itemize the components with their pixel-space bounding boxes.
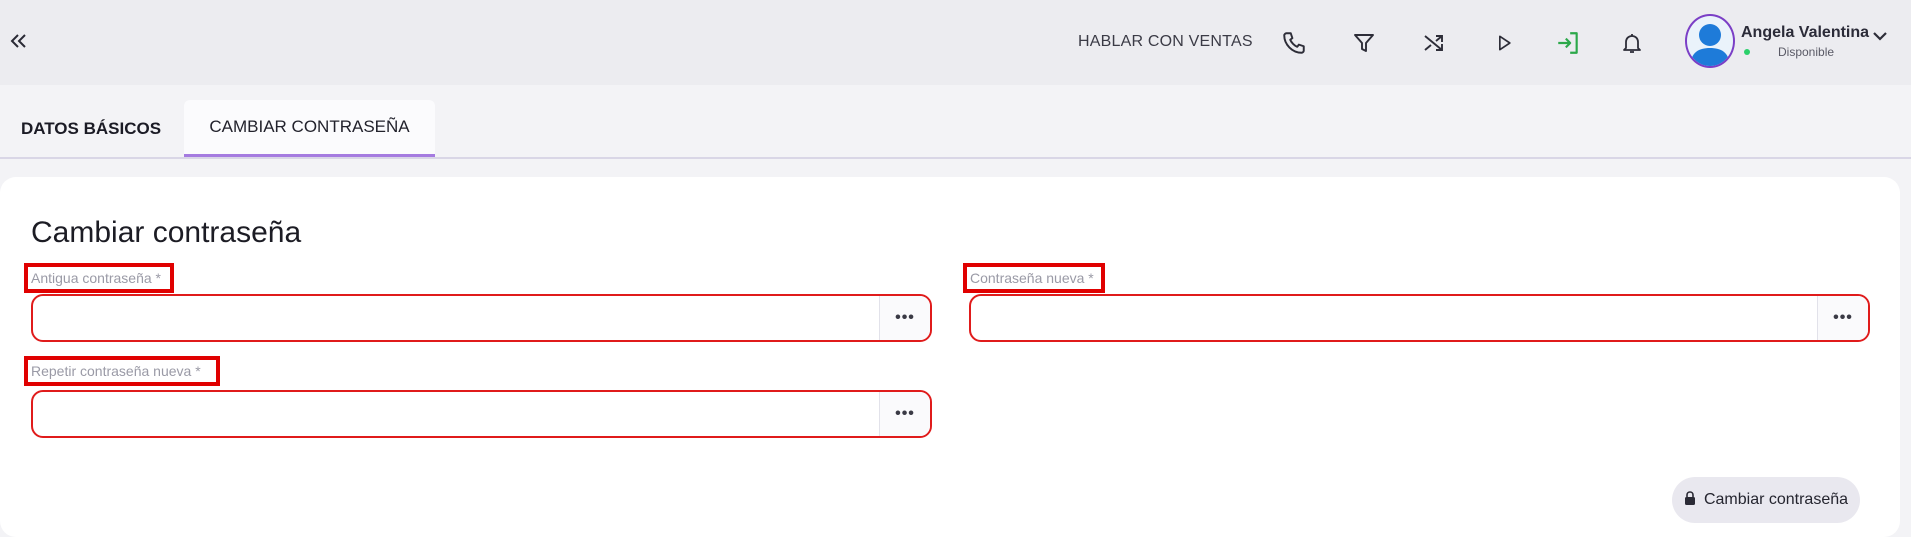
filter-icon[interactable]: [1347, 26, 1381, 60]
top-bar: HABLAR CON VENTAS Angela Valentina Dispo…: [0, 0, 1911, 85]
chevron-down-icon[interactable]: [1870, 26, 1890, 46]
lock-icon: [1684, 490, 1696, 510]
repeat-password-label: Repetir contraseña nueva *: [24, 356, 220, 386]
old-password-label: Antigua contraseña *: [24, 263, 174, 293]
talk-to-sales-link[interactable]: HABLAR CON VENTAS: [1078, 31, 1253, 53]
user-name: Angela Valentina: [1741, 24, 1870, 41]
new-password-label: Contraseña nueva *: [963, 263, 1105, 293]
avatar[interactable]: [1685, 14, 1735, 68]
collapse-sidebar-icon[interactable]: [6, 26, 32, 56]
new-password-input[interactable]: [971, 296, 1816, 340]
repeat-password-input[interactable]: [33, 392, 878, 436]
phone-icon[interactable]: [1277, 26, 1311, 60]
change-password-button[interactable]: Cambiar contraseña: [1672, 477, 1860, 523]
new-password-field: •••: [969, 294, 1870, 342]
user-status: Disponible: [1778, 45, 1835, 59]
status-indicator: [1744, 49, 1750, 55]
page-title: Cambiar contraseña: [31, 216, 302, 249]
toggle-visibility-icon[interactable]: •••: [879, 392, 930, 436]
shuffle-icon[interactable]: [1417, 26, 1451, 60]
toggle-visibility-icon[interactable]: •••: [879, 296, 930, 340]
repeat-password-field: •••: [31, 390, 932, 438]
old-password-input[interactable]: [33, 296, 878, 340]
change-password-button-label: Cambiar contraseña: [1703, 491, 1849, 508]
toggle-visibility-icon[interactable]: •••: [1817, 296, 1868, 340]
tab-basic-data[interactable]: DATOS BÁSICOS: [0, 100, 182, 157]
tab-change-password[interactable]: CAMBIAR CONTRASEÑA: [184, 100, 435, 157]
old-password-field: •••: [31, 294, 932, 342]
bell-icon[interactable]: [1615, 26, 1649, 60]
login-icon[interactable]: [1551, 26, 1585, 60]
tab-bar: DATOS BÁSICOS CAMBIAR CONTRASEÑA: [0, 100, 1911, 159]
play-icon[interactable]: [1487, 26, 1521, 60]
